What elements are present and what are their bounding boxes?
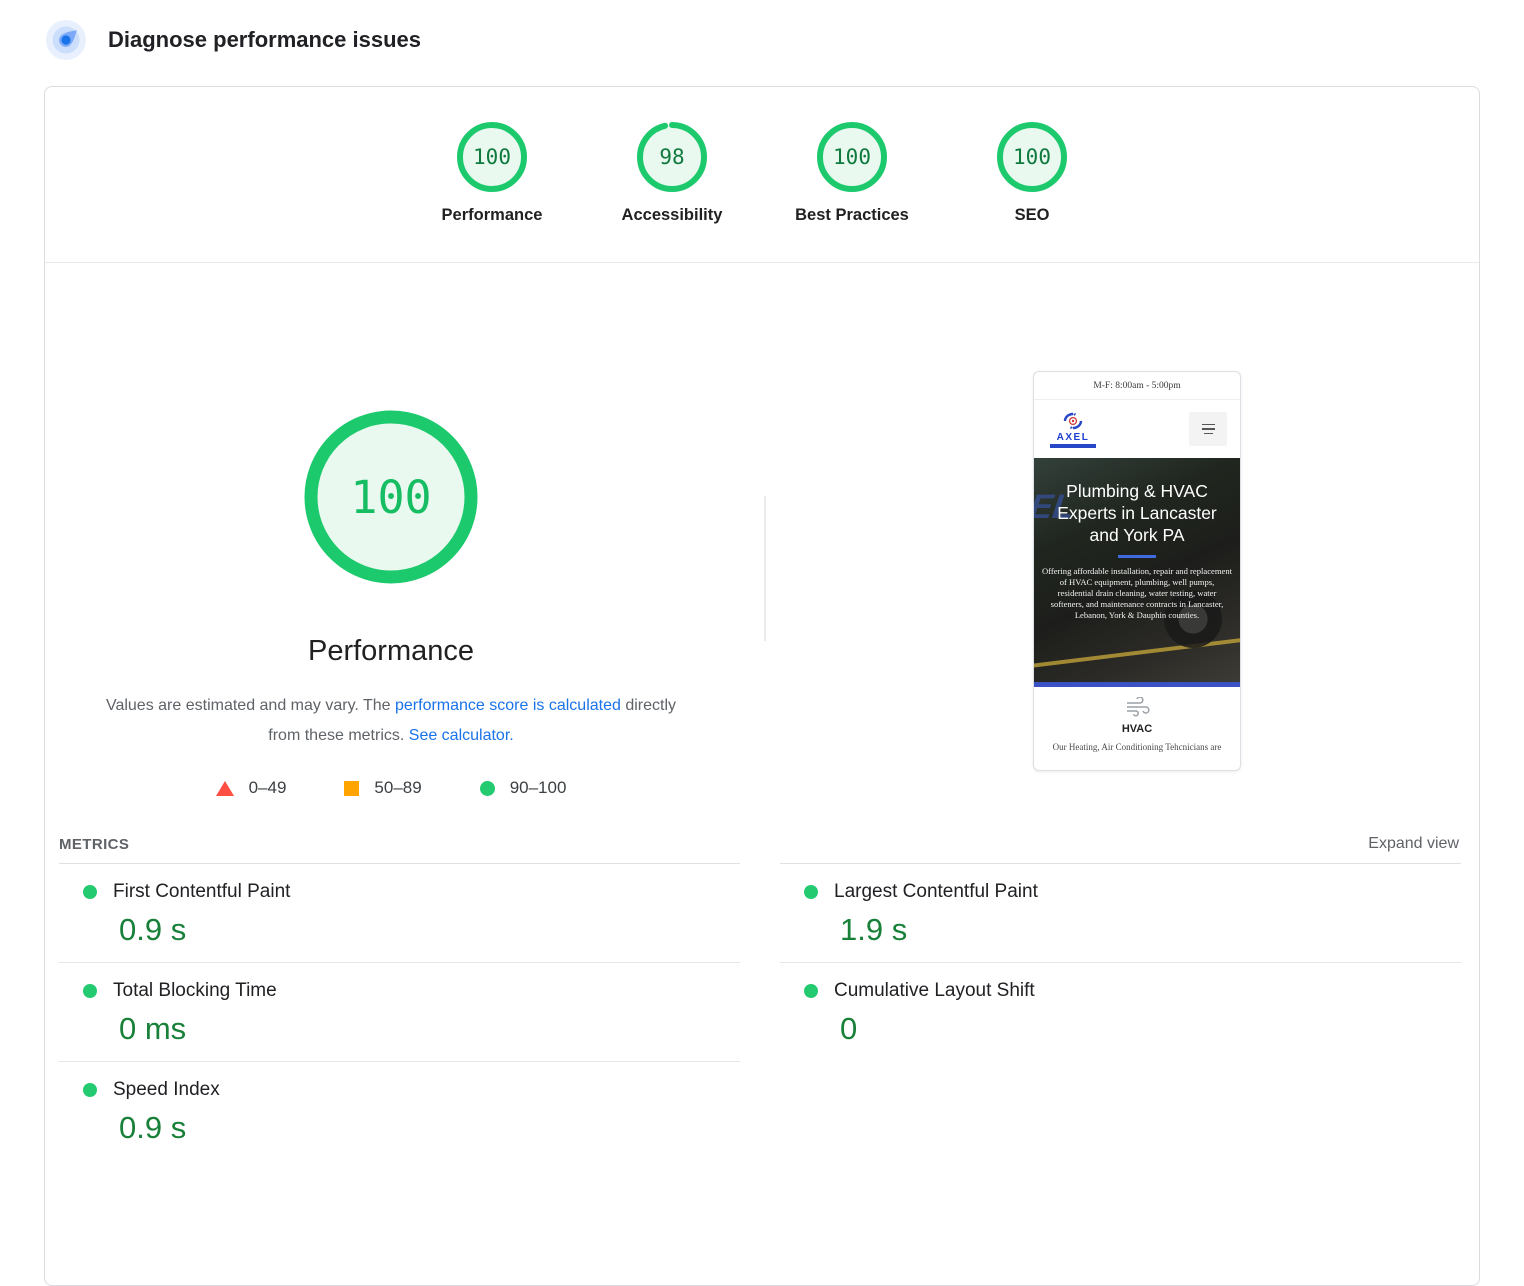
metric-value: 0.9 s (119, 1110, 740, 1146)
expand-view-link[interactable]: Expand view (1368, 835, 1459, 853)
score-legend: 0–49 50–89 90–100 (91, 778, 691, 798)
accessibility-score-gauge: 98 (636, 121, 708, 193)
thumb-hero-title: Plumbing & HVAC Experts in Lancaster and… (1042, 480, 1232, 546)
green-dot-icon (83, 984, 97, 998)
page-title: Diagnose performance issues (108, 27, 421, 53)
performance-score-gauge: 100 (456, 121, 528, 193)
orange-square-icon (344, 781, 359, 796)
metric-total-blocking-time: Total Blocking Time 0 ms (59, 963, 740, 1062)
metric-largest-contentful-paint: Largest Contentful Paint 1.9 s (780, 864, 1461, 963)
performance-main-score: 100 (303, 409, 479, 585)
metric-speed-index: Speed Index 0.9 s (59, 1062, 740, 1160)
seo-score-gauge: 100 (996, 121, 1068, 193)
green-dot-icon (83, 885, 97, 899)
metric-first-contentful-paint: First Contentful Paint 0.9 s (59, 864, 740, 963)
score-label: Best Practices (795, 206, 909, 225)
green-dot-icon (804, 984, 818, 998)
performance-main-gauge: 100 (303, 409, 479, 585)
thumb-hero-paragraph: Offering affordable installation, repair… (1034, 566, 1240, 621)
best-practices-score-gauge: 100 (816, 121, 888, 193)
metric-value: 0.9 s (119, 912, 740, 948)
metric-value: 0 (840, 1011, 1461, 1047)
see-calculator-link[interactable]: See calculator. (409, 727, 514, 744)
green-dot-icon (804, 885, 818, 899)
legend-pass: 90–100 (480, 778, 567, 798)
score-accessibility[interactable]: 98 Accessibility (612, 121, 732, 262)
lighthouse-report-card: 100 Performance 98 Accessibility 100 (44, 86, 1480, 1286)
score-seo[interactable]: 100 SEO (972, 121, 1092, 262)
metrics-column-left: First Contentful Paint 0.9 s Total Block… (59, 863, 740, 1160)
report-header: Diagnose performance issues (46, 20, 421, 60)
score-best-practices[interactable]: 100 Best Practices (792, 121, 912, 262)
red-triangle-icon (216, 781, 234, 796)
score-calc-link[interactable]: performance score is calculated (395, 697, 621, 714)
page-screenshot-thumbnail[interactable]: M-F: 8:00am - 5:00pm AXEL (1033, 371, 1241, 771)
legend-average: 50–89 (344, 778, 421, 798)
thumb-hero: EL Plumbing & HVAC Experts in Lancaster … (1034, 458, 1240, 682)
score-performance[interactable]: 100 Performance (432, 121, 552, 262)
green-dot-icon (83, 1083, 97, 1097)
hero-underline (1118, 555, 1156, 558)
metrics-column-right: Largest Contentful Paint 1.9 s Cumulativ… (780, 863, 1461, 1160)
metric-cumulative-layout-shift: Cumulative Layout Shift 0 (780, 963, 1461, 1061)
score-disclaimer: Values are estimated and may vary. The p… (91, 691, 691, 751)
score-label: SEO (1015, 206, 1050, 225)
performance-overview: 100 Performance Values are estimated and… (45, 263, 1479, 823)
green-circle-icon (480, 781, 495, 796)
metrics-header: METRICS Expand view (59, 835, 1459, 853)
metrics-grid: First Contentful Paint 0.9 s Total Block… (59, 863, 1461, 1160)
logo-banner (1050, 444, 1096, 448)
vertical-divider (764, 496, 766, 641)
hamburger-menu-icon (1189, 412, 1227, 446)
score-label: Performance (442, 206, 543, 225)
thumb-navbar: AXEL (1034, 400, 1240, 458)
lighthouse-gauge-icon (46, 20, 86, 60)
score-label: Accessibility (622, 206, 723, 225)
axel-logo: AXEL (1047, 410, 1099, 448)
metric-value: 1.9 s (840, 912, 1461, 948)
performance-heading: Performance (91, 635, 691, 668)
metrics-section-label: METRICS (59, 836, 129, 853)
wind-icon (1124, 697, 1150, 717)
thumb-hours-bar: M-F: 8:00am - 5:00pm (1034, 372, 1240, 400)
metric-value: 0 ms (119, 1011, 740, 1047)
thumb-hvac-card: HVAC Our Heating, Air Conditioning Tehcn… (1034, 687, 1240, 752)
category-scores-row: 100 Performance 98 Accessibility 100 (45, 87, 1479, 263)
legend-fail: 0–49 (216, 778, 287, 798)
